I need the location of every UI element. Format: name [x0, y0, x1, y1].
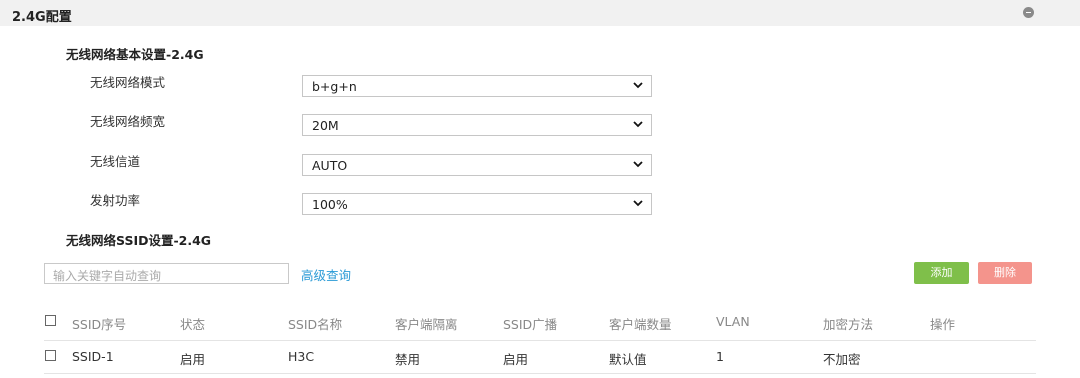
- bandwidth-label: 无线网络频宽: [90, 114, 166, 129]
- column-header: 状态: [180, 317, 206, 332]
- table-cell: SSID-1: [72, 349, 114, 364]
- panel-header: 2.4G配置: [0, 0, 1080, 26]
- delete-button[interactable]: 删除: [978, 262, 1032, 284]
- chevron-down-icon: [633, 161, 643, 168]
- search-input[interactable]: 输入关键字自动查询: [44, 263, 289, 284]
- select-all-checkbox[interactable]: [45, 315, 56, 326]
- add-button[interactable]: 添加: [914, 262, 969, 284]
- channel-value: AUTO: [312, 158, 348, 173]
- table-cell: H3C: [288, 349, 315, 364]
- channel-label: 无线信道: [90, 154, 141, 169]
- chevron-down-icon: [633, 121, 643, 128]
- search-placeholder: 输入关键字自动查询: [53, 269, 162, 283]
- column-header: 加密方法: [823, 317, 874, 332]
- column-header: VLAN: [716, 314, 750, 329]
- ssid-settings-title: 无线网络SSID设置-2.4G: [66, 233, 212, 248]
- column-header: SSID名称: [288, 317, 343, 332]
- tx-power-label: 发射功率: [90, 193, 141, 208]
- row-divider: [44, 340, 1036, 341]
- wireless-mode-value: b+g+n: [312, 79, 357, 94]
- collapse-icon[interactable]: [1023, 7, 1034, 18]
- column-header: SSID广播: [503, 317, 558, 332]
- tx-power-select[interactable]: 100%: [302, 193, 652, 215]
- column-header: 客户端数量: [609, 317, 672, 332]
- chevron-down-icon: [633, 200, 643, 207]
- table-cell: 禁用: [395, 352, 421, 367]
- basic-settings-title: 无线网络基本设置-2.4G: [66, 47, 204, 62]
- bandwidth-value: 20M: [312, 118, 339, 133]
- table-cell: 1: [716, 349, 724, 364]
- wireless-mode-select[interactable]: b+g+n: [302, 75, 652, 97]
- chevron-down-icon: [633, 82, 643, 89]
- table-cell: 不加密: [823, 352, 861, 367]
- advanced-query-link[interactable]: 高级查询: [301, 265, 351, 284]
- row-checkbox[interactable]: [45, 350, 56, 361]
- row-divider: [44, 373, 1036, 374]
- table-cell: 启用: [503, 352, 529, 367]
- table-cell: 启用: [180, 352, 206, 367]
- channel-select[interactable]: AUTO: [302, 154, 652, 176]
- column-header: 操作: [930, 317, 956, 332]
- bandwidth-select[interactable]: 20M: [302, 114, 652, 136]
- tx-power-value: 100%: [312, 197, 348, 212]
- wireless-mode-label: 无线网络模式: [90, 75, 166, 90]
- column-header: SSID序号: [72, 317, 127, 332]
- table-cell: 默认值: [609, 352, 647, 367]
- panel-title: 2.4G配置: [12, 10, 72, 25]
- column-header: 客户端隔离: [395, 317, 458, 332]
